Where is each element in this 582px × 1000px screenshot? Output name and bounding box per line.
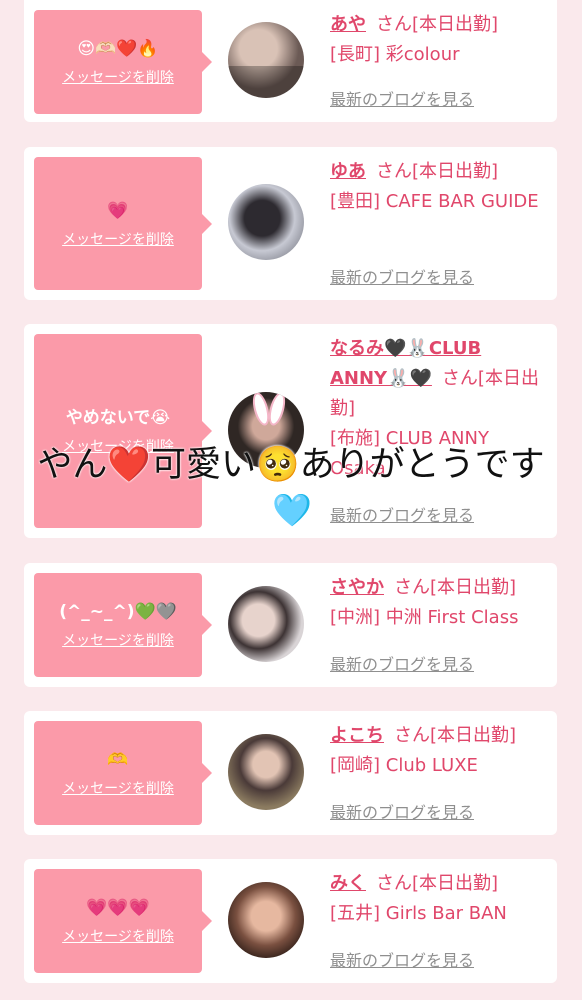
shop-name: [豊田] CAFE BAR GUIDE — [330, 191, 539, 212]
delete-message-link[interactable]: メッセージを削除 — [62, 926, 174, 946]
overlay-caption: やん❤️可愛い🥺ありがとうです — [37, 445, 545, 485]
avatar[interactable] — [228, 22, 304, 98]
attendance-status: さん[本日出勤] — [394, 725, 517, 746]
message-bubble: 😍🫶🏻❤️🔥 メッセージを削除 — [34, 10, 212, 114]
bunny-ear-sticker — [265, 392, 289, 428]
latest-blog-link[interactable]: 最新のブログを見る — [330, 651, 474, 675]
avatar[interactable] — [228, 734, 304, 810]
delete-message-link[interactable]: メッセージを削除 — [62, 67, 174, 87]
message-card: 💗 メッセージを削除 ゆあ さん[本日出勤] [豊田] CAFE BAR GUID… — [24, 147, 557, 300]
latest-blog-link[interactable]: 最新のブログを見る — [330, 264, 474, 288]
avatar-shade — [228, 66, 304, 98]
heart-sticker-icon: 🩵 — [272, 491, 312, 529]
attendance-status: さん[本日出勤] — [394, 577, 517, 598]
message-bubble: 💗 メッセージを削除 — [34, 157, 212, 290]
delete-message-link[interactable]: メッセージを削除 — [62, 630, 174, 650]
message-text: 💗💗💗 — [86, 898, 150, 918]
cast-name-link[interactable]: よこち — [330, 725, 384, 746]
message-text: (^_~_^)💚🩶 — [59, 602, 177, 622]
latest-blog-link[interactable]: 最新のブログを見る — [330, 86, 474, 110]
cast-name-link[interactable]: みく — [330, 873, 366, 894]
message-text: やめないで😭 — [65, 408, 171, 428]
cast-info: よこち さん[本日出勤] [岡崎] Club LUXE — [330, 721, 544, 781]
cast-info: ゆあ さん[本日出勤] [豊田] CAFE BAR GUIDE — [330, 157, 544, 217]
shop-name: [長町] 彩colour — [330, 44, 460, 65]
cast-name-link[interactable]: さやか — [330, 577, 384, 598]
latest-blog-link[interactable]: 最新のブログを見る — [330, 502, 474, 526]
cast-name-link[interactable]: あや — [330, 14, 366, 35]
attendance-status: さん[本日出勤] — [376, 873, 499, 894]
shop-name: [岡崎] Club LUXE — [330, 755, 478, 776]
message-card: (^_~_^)💚🩶 メッセージを削除 さやか さん[本日出勤] [中洲] 中洲 F… — [24, 563, 557, 687]
message-text: 💗 — [107, 200, 129, 221]
latest-blog-link[interactable]: 最新のブログを見る — [330, 947, 474, 971]
shop-name: [五井] Girls Bar BAN — [330, 903, 507, 924]
message-bubble: 🫶 メッセージを削除 — [34, 721, 212, 825]
latest-blog-link[interactable]: 最新のブログを見る — [330, 799, 474, 823]
message-card: 😍🫶🏻❤️🔥 メッセージを削除 あや さん[本日出勤] [長町] 彩colour … — [24, 0, 557, 122]
cast-info: さやか さん[本日出勤] [中洲] 中洲 First Class — [330, 573, 544, 633]
message-card: 💗💗💗 メッセージを削除 みく さん[本日出勤] [五井] Girls Bar B… — [24, 859, 557, 983]
avatar[interactable] — [228, 184, 304, 260]
message-text: 🫶 — [107, 750, 129, 770]
message-bubble: 💗💗💗 メッセージを削除 — [34, 869, 212, 973]
cast-info: あや さん[本日出勤] [長町] 彩colour — [330, 10, 544, 70]
message-bubble: やめないで😭 メッセージを削除 — [34, 334, 212, 528]
message-bubble: (^_~_^)💚🩶 メッセージを削除 — [34, 573, 212, 677]
message-text: 😍🫶🏻❤️🔥 — [77, 39, 159, 59]
avatar[interactable] — [228, 882, 304, 958]
attendance-status: さん[本日出勤] — [376, 14, 499, 35]
shop-name: [中洲] 中洲 First Class — [330, 607, 519, 628]
cast-info: みく さん[本日出勤] [五井] Girls Bar BAN — [330, 869, 544, 929]
cast-name-link[interactable]: ゆあ — [330, 161, 366, 182]
message-card: 🫶 メッセージを削除 よこち さん[本日出勤] [岡崎] Club LUXE 最新… — [24, 711, 557, 835]
attendance-status: さん[本日出勤] — [376, 161, 499, 182]
delete-message-link[interactable]: メッセージを削除 — [62, 778, 174, 798]
delete-message-link[interactable]: メッセージを削除 — [62, 229, 174, 249]
avatar[interactable] — [228, 586, 304, 662]
